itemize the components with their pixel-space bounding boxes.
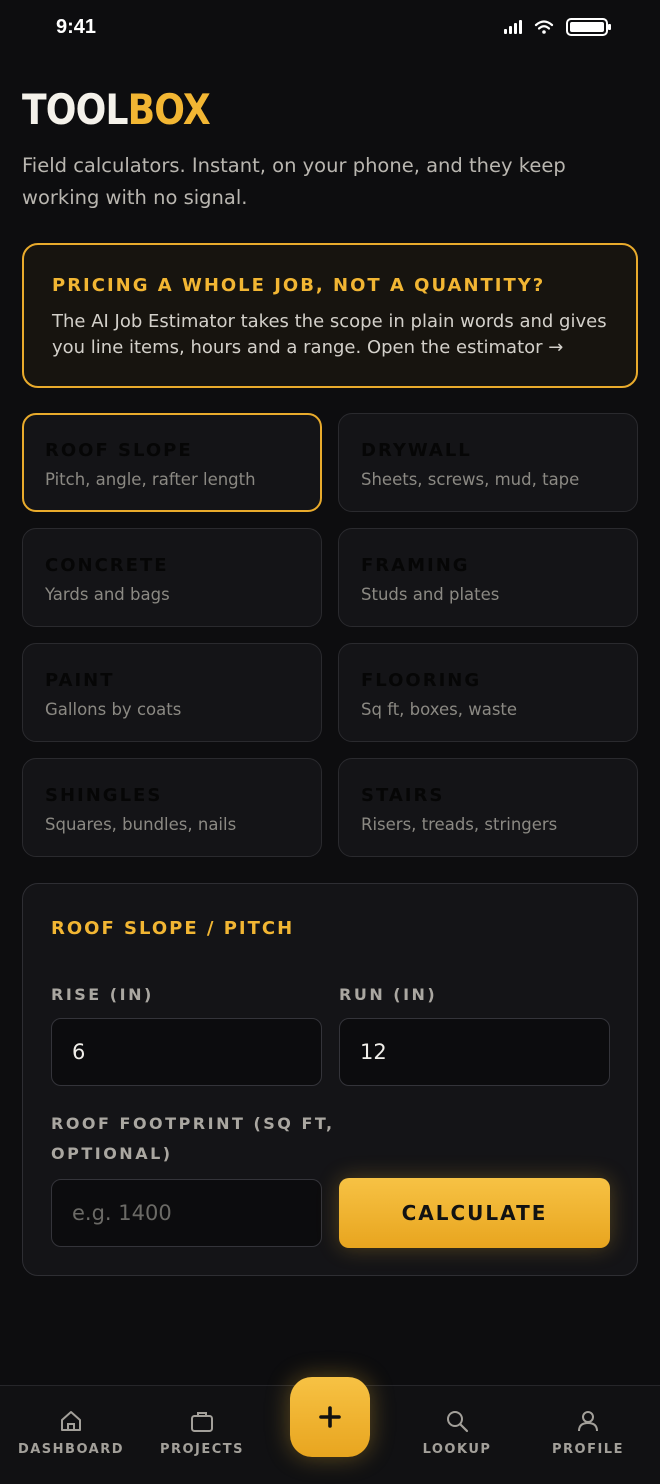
add-button[interactable] [290,1377,370,1457]
tab-label: PROFILE [552,1442,624,1457]
home-icon [61,1411,81,1431]
tool-card-paint[interactable]: PAINT Gallons by coats [22,643,322,742]
tab-projects[interactable]: PROJECTS [147,1408,257,1457]
status-icons [504,18,611,36]
tool-grid: ROOF SLOPE Pitch, angle, rafter length D… [22,413,638,857]
run-label: RUN (IN) [339,985,438,1004]
tool-name: FLOORING [361,670,482,691]
rise-label: RISE (IN) [51,985,154,1004]
tab-label: DASHBOARD [17,1442,125,1457]
tool-desc: Yards and bags [45,585,170,604]
status-time: 9:41 [56,16,97,38]
tool-desc: Sq ft, boxes, waste [361,700,518,719]
briefcase-icon [191,1412,213,1432]
rise-input[interactable] [51,1018,322,1086]
user-icon [578,1411,598,1432]
run-input[interactable] [339,1018,610,1086]
tab-lookup[interactable]: LOOKUP [402,1408,512,1457]
footprint-input[interactable] [51,1179,322,1247]
tool-desc: Sheets, screws, mud, tape [361,470,580,489]
plus-icon [319,1406,341,1428]
tool-name: DRYWALL [361,440,472,461]
tool-name: CONCRETE [45,555,169,576]
roof-slope-calculator: ROOF SLOPE / PITCH RISE (IN) RUN (IN) RO… [22,883,638,1276]
tab-label: LOOKUP [422,1442,492,1457]
tab-label: PROJECTS [159,1442,245,1457]
tool-card-flooring[interactable]: FLOORING Sq ft, boxes, waste [338,643,638,742]
tool-desc: Risers, treads, stringers [361,815,558,834]
search-icon [447,1411,469,1433]
logo-part-box: BOX [127,85,211,134]
signal-icon [504,20,522,34]
tool-card-framing[interactable]: FRAMING Studs and plates [338,528,638,627]
status-bar: 9:41 [0,0,660,56]
footprint-label-line2: OPTIONAL) [51,1144,173,1163]
logo-part-tool: TOOL [22,85,128,134]
tool-card-shingles[interactable]: SHINGLES Squares, bundles, nails [22,758,322,857]
estimator-promo-card[interactable]: PRICING A WHOLE JOB, NOT A QUANTITY? The… [22,243,638,388]
calculate-button[interactable]: CALCULATE [339,1178,610,1248]
promo-title: PRICING A WHOLE JOB, NOT A QUANTITY? [52,275,546,296]
tool-card-drywall[interactable]: DRYWALL Sheets, screws, mud, tape [338,413,638,512]
battery-icon [566,18,611,36]
wifi-icon [534,20,554,34]
tool-name: PAINT [45,670,115,691]
tool-desc: Pitch, angle, rafter length [45,470,256,489]
tool-name: STAIRS [361,785,445,806]
tab-dashboard[interactable]: DASHBOARD [16,1408,126,1457]
app-logo: TOOLBOX [22,85,211,134]
tool-name: ROOF SLOPE [45,440,193,461]
tool-desc: Gallons by coats [45,700,182,719]
tool-desc: Squares, bundles, nails [45,815,237,834]
tool-card-stairs[interactable]: STAIRS Risers, treads, stringers [338,758,638,857]
footprint-label-line1: ROOF FOOTPRINT (SQ FT, [51,1114,335,1133]
tool-name: SHINGLES [45,785,163,806]
tool-card-concrete[interactable]: CONCRETE Yards and bags [22,528,322,627]
tool-card-roof-slope[interactable]: ROOF SLOPE Pitch, angle, rafter length [22,413,322,512]
tool-name: FRAMING [361,555,470,576]
intro-text: Field calculators. Instant, on your phon… [22,154,566,209]
promo-body: The AI Job Estimator takes the scope in … [52,311,607,358]
calculator-title: ROOF SLOPE / PITCH [51,918,295,939]
tool-desc: Studs and plates [361,585,500,604]
footprint-label: ROOF FOOTPRINT (SQ FT, OPTIONAL) [51,1109,335,1169]
tab-profile[interactable]: PROFILE [533,1408,643,1457]
